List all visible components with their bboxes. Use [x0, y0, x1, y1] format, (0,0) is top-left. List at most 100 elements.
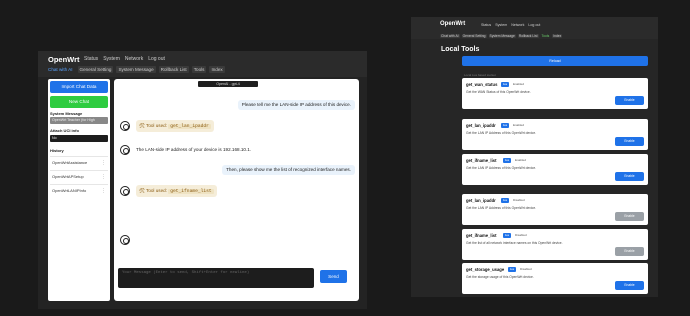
top-navbar: OpenWrt Status System Network Log out Ch…	[411, 17, 658, 39]
history-item[interactable]: OpenWrtAPSetup ⋮	[50, 170, 108, 182]
history-item-label: OpenWrtLANIPInfo	[52, 188, 87, 193]
menu-status[interactable]: Status	[481, 23, 491, 27]
attach-uci-select[interactable]: No	[50, 135, 108, 142]
menu-network[interactable]: Network	[125, 56, 143, 62]
tab-tools[interactable]: Tools	[191, 66, 207, 73]
tab-general-setting[interactable]: General Setting	[461, 34, 487, 38]
tool-used-label: Tool used:	[146, 188, 167, 193]
tab-index[interactable]: Index	[552, 34, 563, 38]
top-navbar: OpenWrt Status System Network Log out Ch…	[38, 51, 367, 77]
tool-status: Disabled	[520, 267, 532, 271]
assistant-avatar-icon	[120, 145, 130, 155]
tool-type-badge: lua	[501, 123, 510, 128]
tool-name: get_lan_ipaddr	[168, 124, 211, 129]
tool-type-badge: lua	[503, 158, 512, 163]
tool-description: Get the list of all network interface na…	[466, 241, 563, 245]
menu-logout[interactable]: Log out	[528, 23, 540, 27]
tool-name: get_storage_usage	[466, 267, 505, 272]
model-title: OpenAI - gpt-4	[198, 81, 258, 87]
brand-logo[interactable]: OpenWrt	[48, 55, 80, 64]
import-chat-data-button[interactable]: Import Chat Data	[50, 81, 108, 93]
reload-button[interactable]: Reload	[462, 56, 648, 66]
tool-card: get_lan_ipaddr lua Disabled Get the LAN IP …	[462, 194, 648, 225]
tool-status: Enabled	[513, 82, 525, 86]
chat-panel: OpenAI - gpt-4 Please tell me the LAN-si…	[114, 79, 359, 301]
assistant-avatar-icon	[120, 235, 130, 245]
menu-logout[interactable]: Log out	[148, 56, 165, 62]
tool-status: Disabled	[513, 198, 525, 202]
chat-sidebar: Import Chat Data New Chat System Message…	[48, 79, 110, 301]
tab-index[interactable]: Index	[209, 66, 225, 73]
tool-status: Enabled	[513, 123, 525, 127]
history-item-label: OpenWrtAPSetup	[52, 174, 84, 179]
tool-name: get_wan_status	[466, 82, 498, 87]
tool-card: get_storage_usage lua Disabled Get the stor…	[462, 263, 648, 294]
tool-card: get_ifname_list lua Enabled Get the LAN IP …	[462, 154, 648, 185]
message-input[interactable]: Your Message (Enter to send, Shift+Enter…	[118, 268, 314, 288]
assistant-message: The LAN-side IP address of your device i…	[136, 147, 252, 152]
tool-name: get_ifname_list	[466, 233, 497, 238]
new-chat-button[interactable]: New Chat	[50, 96, 108, 108]
tool-card: get_ifname_list lua Disabled Get the list o…	[462, 229, 648, 260]
tool-type-badge: lua	[501, 82, 510, 87]
more-options-icon[interactable]: ⋮	[101, 157, 106, 169]
history-item[interactable]: OpenWrtAssistance ⋮	[50, 156, 108, 168]
tab-chat-with-ai[interactable]: Chat with AI	[48, 66, 75, 73]
tool-type-badge: lua	[508, 267, 517, 272]
assistant-avatar-icon	[120, 121, 130, 131]
tab-general-setting[interactable]: General Setting	[77, 66, 114, 73]
enable-button[interactable]: Enable	[615, 172, 644, 181]
tool-name: get_lan_ipaddr	[466, 123, 496, 128]
attach-uci-label: Attach UCI info	[50, 128, 79, 133]
tool-type-badge: lua	[503, 233, 512, 238]
history-item-label: OpenWrtAssistance	[52, 160, 88, 165]
menu-system[interactable]: System	[495, 23, 507, 27]
tool-used-chip: 🛠 Tool used: get_lan_ipaddr	[136, 120, 214, 132]
tab-rollback-list[interactable]: Rollback List	[517, 34, 539, 38]
tool-description: Get the WAN Status of this OpenWrt devic…	[466, 90, 531, 94]
assistant-avatar-icon	[120, 186, 130, 196]
system-message-select[interactable]: OpenWrt Teacher (for High	[50, 117, 108, 124]
tool-used-chip: 🛠 Tool used: get_ifname_list	[136, 185, 217, 197]
tool-type-badge: lua	[501, 198, 510, 203]
more-options-icon[interactable]: ⋮	[101, 185, 106, 197]
tab-rollback-list[interactable]: Rollback List	[158, 66, 189, 73]
more-options-icon[interactable]: ⋮	[101, 171, 106, 183]
enable-button[interactable]: Enable	[615, 96, 644, 105]
brand-logo[interactable]: OpenWrt	[440, 21, 465, 27]
tab-tools[interactable]: Tools	[541, 34, 551, 38]
tool-used-label: Tool used:	[146, 123, 167, 128]
tool-card: get_wan_status lua Enabled Get the WAN Stat…	[462, 78, 648, 109]
menu-status[interactable]: Status	[84, 56, 98, 62]
tab-system-message[interactable]: System Message	[116, 66, 156, 73]
section-subtitle: Local Lua based toolset	[464, 73, 496, 77]
tab-bar: Chat with AI General Setting System Mess…	[440, 34, 563, 38]
menu-network[interactable]: Network	[511, 23, 524, 27]
tool-description: Get the LAN IP Address of this OpenWrt d…	[466, 206, 537, 210]
main-menu: Status System Network Log out	[481, 23, 540, 27]
main-menu: Status System Network Log out	[84, 56, 165, 62]
tool-description: Get the LAN IP Address of this OpenWrt d…	[466, 131, 537, 135]
tool-description: Get the storage usage of this OpenWrt de…	[466, 275, 534, 279]
tab-bar: Chat with AI General Setting System Mess…	[48, 66, 225, 73]
system-message-label: System Message	[50, 111, 83, 116]
enable-button[interactable]: Enable	[615, 137, 644, 146]
user-message: Please tell me the LAN-side IP address o…	[237, 100, 355, 110]
send-button[interactable]: Send	[320, 270, 347, 283]
tab-chat-with-ai[interactable]: Chat with AI	[440, 34, 460, 38]
tab-system-message[interactable]: System Message	[488, 34, 516, 38]
history-item[interactable]: OpenWrtLANIPInfo ⋮	[50, 184, 108, 196]
user-message: Then, please show me the list of recogni…	[222, 165, 355, 175]
enable-button[interactable]: Enable	[615, 247, 644, 256]
chat-window: OpenWrt Status System Network Log out Ch…	[38, 51, 367, 309]
tools-window: OpenWrt Status System Network Log out Ch…	[411, 17, 658, 297]
enable-button[interactable]: Enable	[615, 281, 644, 290]
tool-name: get_lan_ipaddr	[466, 198, 496, 203]
tool-status: Enabled	[515, 158, 527, 162]
tool-name: get_ifname_list	[168, 189, 214, 194]
menu-system[interactable]: System	[103, 56, 120, 62]
tool-name: get_ifname_list	[466, 158, 497, 163]
enable-button[interactable]: Enable	[615, 212, 644, 221]
tool-status: Disabled	[515, 233, 527, 237]
tool-card: get_lan_ipaddr lua Enabled Get the LAN IP A…	[462, 119, 648, 150]
